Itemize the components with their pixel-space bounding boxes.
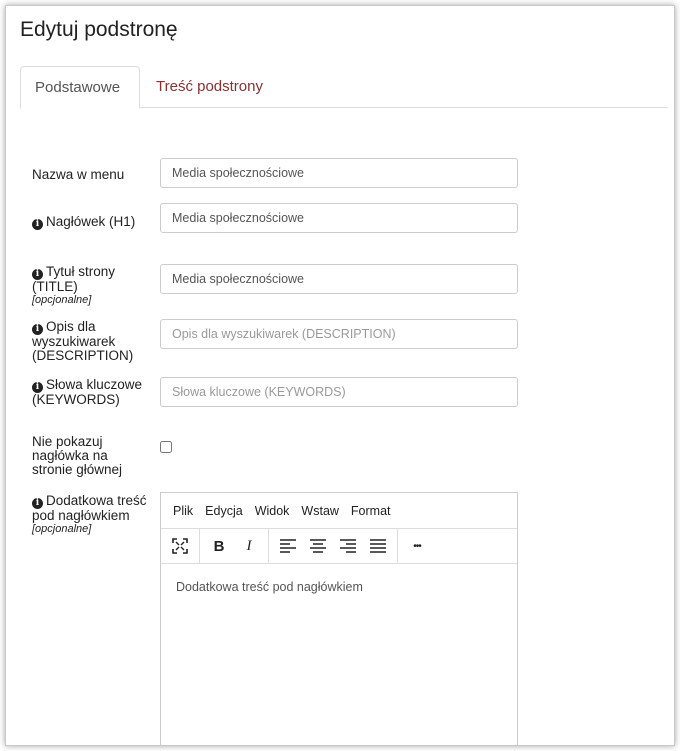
align-justify-button[interactable] (363, 532, 393, 560)
toolbar-separator (397, 529, 398, 563)
menu-insert[interactable]: Wstaw (295, 504, 345, 518)
align-left-button[interactable] (273, 532, 303, 560)
align-right-icon (340, 539, 356, 553)
menu-edit[interactable]: Edycja (199, 504, 249, 518)
rich-text-editor: Plik Edycja Widok Wstaw Format B I ••• D… (160, 492, 518, 745)
editor-content-area[interactable]: Dodatkowa treść pod nagłówkiem (161, 564, 517, 610)
hide-heading-checkbox[interactable] (160, 441, 172, 453)
page-title: Edytuj podstronę (20, 18, 178, 41)
bold-icon: B (213, 537, 225, 555)
editor-toolbar: B I ••• (161, 529, 517, 564)
tab-subpage-content[interactable]: Treść podstrony (142, 66, 277, 108)
heading-input[interactable] (160, 203, 518, 233)
optional-note: [opcjonalne] (32, 523, 92, 535)
align-center-button[interactable] (303, 532, 333, 560)
italic-icon: I (246, 537, 252, 554)
page-title-input[interactable] (160, 264, 518, 294)
description-input[interactable] (160, 319, 518, 349)
heading-label: i Nagłówek (H1) (32, 212, 147, 231)
edit-subpage-dialog: Edytuj podstronę Podstawowe Treść podstr… (5, 5, 675, 746)
menu-file[interactable]: Plik (167, 504, 199, 518)
align-justify-icon (370, 539, 386, 553)
editor-menubar: Plik Edycja Widok Wstaw Format (161, 493, 517, 529)
hide-heading-label: Nie pokazuj nagłówka na stronie głównej (32, 434, 123, 477)
toolbar-separator (268, 529, 269, 563)
align-right-button[interactable] (333, 532, 363, 560)
tab-bar: Podstawowe Treść podstrony (20, 66, 668, 109)
optional-note: [opcjonalne] (32, 294, 92, 306)
fullscreen-icon (172, 538, 188, 554)
toolbar-separator (199, 529, 200, 563)
menu-view[interactable]: Widok (249, 504, 296, 518)
align-left-icon (280, 539, 296, 553)
editor-placeholder: Dodatkowa treść pod nagłówkiem (176, 580, 363, 594)
tab-basic[interactable]: Podstawowe (20, 66, 140, 109)
fullscreen-button[interactable] (165, 532, 195, 560)
italic-button[interactable]: I (234, 532, 264, 560)
page-title-label: i Tytuł strony (TITLE) [opcjonalne] (32, 265, 147, 306)
bold-button[interactable]: B (204, 532, 234, 560)
more-button[interactable]: ••• (402, 532, 432, 560)
info-icon[interactable]: i (32, 219, 43, 230)
description-label: i Opis dla wyszukiwarek (DESCRIPTION) (32, 319, 134, 363)
keywords-label: i Słowa kluczowe (KEYWORDS) (32, 377, 143, 407)
align-center-icon (310, 539, 326, 553)
menu-name-label: Nazwa w menu (32, 167, 125, 182)
menu-name-input[interactable] (160, 158, 518, 188)
more-icon: ••• (413, 540, 421, 552)
keywords-input[interactable] (160, 377, 518, 407)
extra-content-label: i Dodatkowa treść pod nagłówkiem [opcjonal… (32, 493, 147, 535)
menu-format[interactable]: Format (345, 504, 397, 518)
